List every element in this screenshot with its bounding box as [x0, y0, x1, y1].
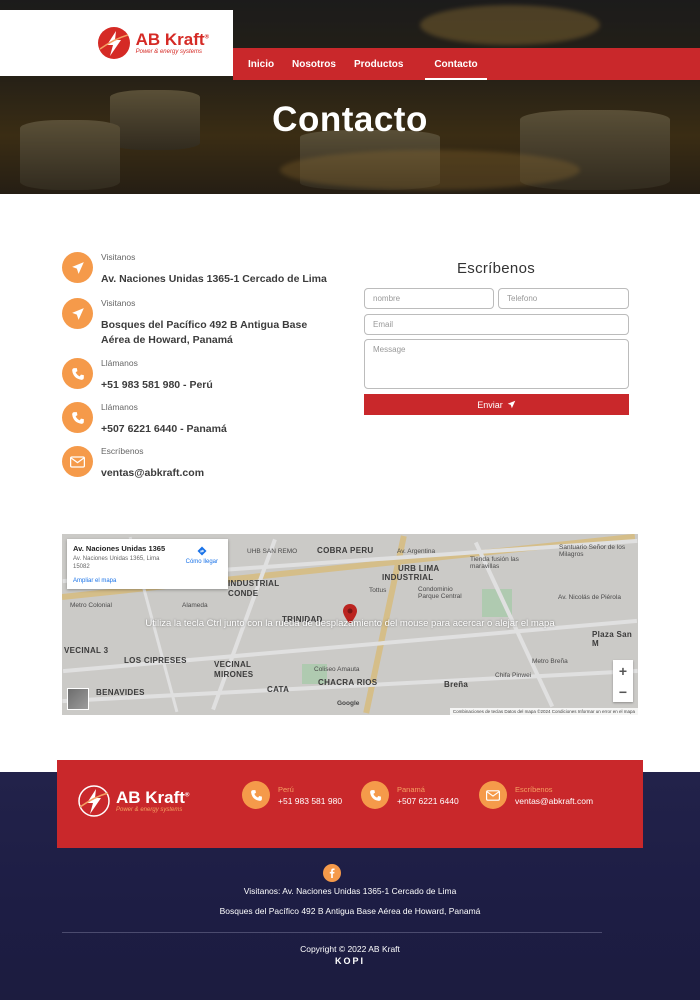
contact-label: Llámanos — [101, 358, 138, 368]
enlarge-map-link[interactable]: Ampliar el mapa — [73, 578, 116, 584]
nav-item-nosotros[interactable]: Nosotros — [292, 59, 354, 70]
header-logo[interactable]: AB Kraft® Power & energy systems — [0, 10, 233, 76]
footer-value: +507 6221 6440 — [397, 795, 459, 806]
send-button-label: Enviar — [477, 399, 503, 410]
mail-icon — [479, 781, 507, 809]
email-input[interactable]: Email — [364, 314, 629, 335]
contact-item-visit-panama: Visitanos Bosques del Pacífico 492 B Ant… — [62, 298, 307, 347]
footer-value: ventas@abkraft.com — [515, 795, 594, 806]
contact-label: Escríbenos — [101, 446, 144, 456]
contact-value: Av. Naciones Unidas 1365-1 Cercado de Li… — [101, 273, 327, 285]
contact-item-email: Escríbenos ventas@abkraft.com — [62, 446, 204, 481]
nav-item-contacto[interactable]: Contacto — [425, 59, 487, 80]
send-button[interactable]: Enviar — [364, 394, 629, 415]
footer-address-panama: Bosques del Pacífico 492 B Antigua Base … — [219, 906, 481, 916]
contact-value[interactable]: +507 6221 6440 - Panamá — [101, 422, 227, 437]
footer-address-lima: Visitanos: Av. Naciones Unidas 1365-1 Ce… — [243, 886, 457, 896]
send-icon — [62, 252, 93, 283]
footer-copyright: Copyright © 2022 AB Kraft — [300, 944, 400, 954]
map-info-card: Av. Naciones Unidas 1365 Av. Naciones Un… — [67, 539, 228, 589]
zoom-in-button[interactable]: + — [619, 663, 627, 679]
contact-value-line2: Aérea de Howard, Panamá — [101, 333, 233, 346]
contact-item-visit-lima: Visitanos Av. Naciones Unidas 1365-1 Cer… — [62, 252, 327, 287]
footer-divider — [62, 932, 602, 933]
contact-value[interactable]: ventas@abkraft.com — [101, 466, 204, 481]
brand-name: AB Kraft — [135, 30, 205, 49]
footer-email[interactable]: Escríbenos ventas@abkraft.com — [479, 781, 593, 809]
main-nav: Inicio Nosotros Productos Contacto — [233, 48, 700, 80]
form-title: Escríbenos — [456, 260, 536, 277]
footer-brand-name: AB Kraft — [116, 788, 185, 807]
contact-item-phone-panama: Llámanos +507 6221 6440 - Panamá — [62, 402, 227, 437]
registered-mark: ® — [184, 792, 190, 799]
map-scroll-hint: Utiliza la tecla Ctrl junto con la rueda… — [145, 618, 555, 629]
phone-icon — [361, 781, 389, 809]
footer-label: Perú — [278, 784, 294, 794]
message-textarea[interactable]: Message — [364, 339, 629, 389]
contact-label: Llámanos — [101, 402, 138, 412]
footer-phone-peru[interactable]: Perú +51 983 581 980 — [242, 781, 342, 809]
page-title: Contacto — [272, 100, 428, 139]
brand-tagline: Power & energy systems — [135, 49, 202, 55]
phone-icon — [62, 358, 93, 389]
phone-icon — [242, 781, 270, 809]
google-logo: Google — [337, 700, 360, 707]
facebook-icon[interactable] — [323, 864, 341, 882]
directions-link[interactable]: Cómo llegar — [186, 545, 218, 565]
contact-label: Visitanos — [101, 298, 136, 308]
directions-label: Cómo llegar — [185, 559, 218, 565]
registered-mark: ® — [204, 34, 209, 41]
footer-label: Panamá — [397, 784, 425, 794]
nav-item-productos[interactable]: Productos — [354, 59, 425, 70]
phone-input[interactable]: Telefono — [498, 288, 629, 309]
contact-label: Visitanos — [101, 252, 136, 262]
footer-label: Escríbenos — [515, 784, 553, 794]
footer-logo[interactable]: AB Kraft® Power & energy systems — [78, 785, 189, 817]
satellite-toggle[interactable] — [67, 688, 89, 710]
contact-item-phone-peru: Llámanos +51 983 581 980 - Perú — [62, 358, 213, 393]
map-card-address: Av. Naciones Unidas 1365, Lima 15082 — [73, 556, 160, 570]
logo-bolt-icon — [97, 27, 130, 59]
contact-value-line1: Bosques del Pacífico 492 B Antigua Base — [101, 319, 308, 331]
send-icon — [62, 298, 93, 329]
location-map[interactable]: INDUSTRIAL CONDE TRINIDAD URB LIMA INDUS… — [62, 534, 638, 715]
phone-icon — [62, 402, 93, 433]
directions-icon — [197, 546, 207, 556]
mail-icon — [62, 446, 93, 477]
footer-brand-tagline: Power & energy systems — [116, 807, 183, 813]
zoom-out-button[interactable]: − — [619, 684, 627, 700]
map-attribution[interactable]: Combinaciones de teclas Datos del mapa ©… — [449, 708, 638, 715]
agency-credit-logo[interactable]: KOPI — [0, 956, 700, 966]
send-icon — [507, 400, 515, 409]
footer-value: +51 983 581 980 — [278, 795, 343, 806]
logo-bolt-icon — [78, 785, 110, 817]
map-zoom-controls: + − — [613, 660, 633, 702]
name-input[interactable]: nombre — [364, 288, 494, 309]
footer-phone-panama[interactable]: Panamá +507 6221 6440 — [361, 781, 459, 809]
contact-value[interactable]: +51 983 581 980 - Perú — [101, 378, 213, 393]
nav-item-inicio[interactable]: Inicio — [248, 59, 292, 70]
